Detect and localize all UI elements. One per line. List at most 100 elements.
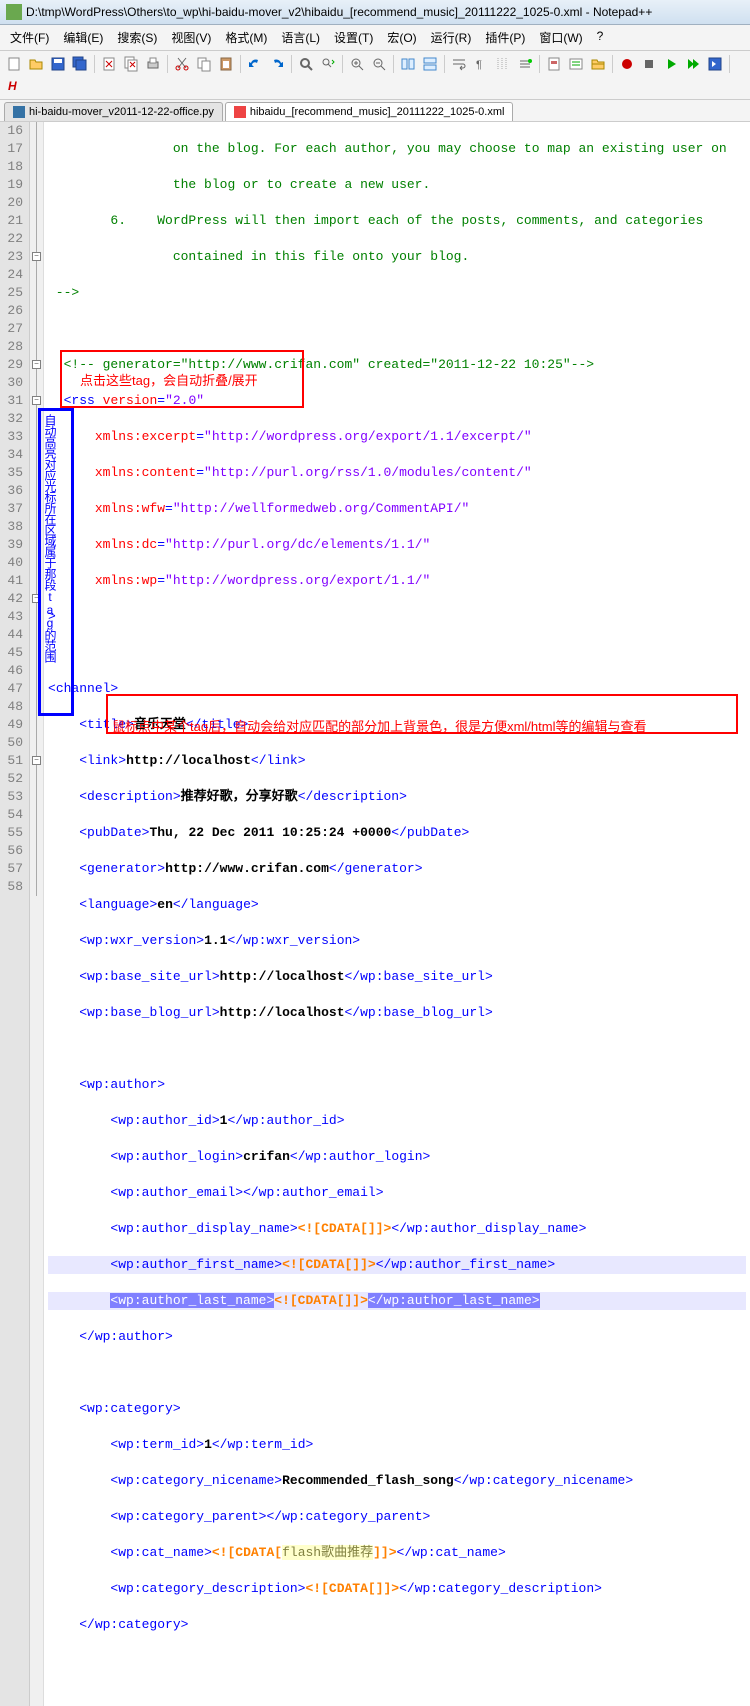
code-line: xmlns:dc="http://purl.org/dc/elements/1.…: [48, 536, 746, 554]
close-all-button[interactable]: [121, 54, 141, 74]
fold-toggle[interactable]: −: [32, 396, 41, 405]
code-line: xmlns:content="http://purl.org/rss/1.0/m…: [48, 464, 746, 482]
menu-window[interactable]: 窗口(W): [533, 27, 588, 48]
code-line: <title>音乐天堂</title>: [48, 716, 746, 734]
menu-settings[interactable]: 设置(T): [328, 27, 379, 48]
menu-help[interactable]: ?: [591, 27, 610, 48]
tab-label: hibaidu_[recommend_music]_20111222_1025-…: [250, 106, 505, 118]
code-line: <wp:author_display_name><![CDATA[]]></wp…: [48, 1220, 746, 1238]
stop-macro-button[interactable]: [639, 54, 659, 74]
menu-run[interactable]: 运行(R): [425, 27, 478, 48]
redo-button[interactable]: [267, 54, 287, 74]
svg-text:H: H: [8, 79, 17, 93]
menu-language[interactable]: 语言(L): [275, 27, 326, 48]
menu-view[interactable]: 视图(V): [165, 27, 217, 48]
toolbar-sep: [444, 55, 445, 73]
find-button[interactable]: [296, 54, 316, 74]
code-editor[interactable]: 1617181920212223242526272829303132333435…: [0, 122, 750, 1706]
fold-toggle[interactable]: −: [32, 594, 41, 603]
tab-label: hi-baidu-mover_v2011-12-22-office.py: [29, 106, 214, 118]
highlight-button[interactable]: H: [4, 76, 24, 96]
sync-h-button[interactable]: [420, 54, 440, 74]
code-line: <wp:author_login>crifan</wp:author_login…: [48, 1148, 746, 1166]
code-line: <pubDate>Thu, 22 Dec 2011 10:25:24 +0000…: [48, 824, 746, 842]
code-line: xmlns:wp="http://wordpress.org/export/1.…: [48, 572, 746, 590]
zoom-out-button[interactable]: [369, 54, 389, 74]
code-line: <wp:author_email></wp:author_email>: [48, 1184, 746, 1202]
save-macro-button[interactable]: [705, 54, 725, 74]
toolbar-sep: [342, 55, 343, 73]
code-line: <description>推荐好歌，分享好歌</description>: [48, 788, 746, 806]
code-line: <channel>: [48, 680, 746, 698]
code-line: >: [48, 608, 746, 626]
replace-button[interactable]: [318, 54, 338, 74]
copy-button[interactable]: [194, 54, 214, 74]
code-line: </wp:category>: [48, 1616, 746, 1634]
fold-toggle[interactable]: −: [32, 360, 41, 369]
toolbar-sep: [729, 55, 730, 73]
code-line: <wp:category_parent></wp:category_parent…: [48, 1508, 746, 1526]
code-line: [48, 644, 746, 662]
python-file-icon: [13, 106, 25, 118]
folder-panel-button[interactable]: [588, 54, 608, 74]
doc-map-button[interactable]: [544, 54, 564, 74]
code-line: <generator>http://www.crifan.com</genera…: [48, 860, 746, 878]
code-line: <!-- generator="http://www.crifan.com" c…: [48, 356, 746, 374]
code-line: <wp:category>: [48, 1400, 746, 1418]
toolbar-sep: [94, 55, 95, 73]
code-area[interactable]: on the blog. For each author, you may ch…: [44, 122, 750, 1706]
show-all-chars-button[interactable]: ¶: [471, 54, 491, 74]
tab-python-file[interactable]: hi-baidu-mover_v2011-12-22-office.py: [4, 102, 223, 121]
save-all-button[interactable]: [70, 54, 90, 74]
window-title: D:\tmp\WordPress\Others\to_wp\hi-baidu-m…: [26, 5, 652, 19]
code-line: [48, 1364, 746, 1382]
open-file-button[interactable]: [26, 54, 46, 74]
undo-button[interactable]: [245, 54, 265, 74]
udl-button[interactable]: [515, 54, 535, 74]
fold-toggle[interactable]: −: [32, 252, 41, 261]
code-line: <wp:author_id>1</wp:author_id>: [48, 1112, 746, 1130]
line-number-gutter: 1617181920212223242526272829303132333435…: [0, 122, 30, 1706]
code-line: <wp:category_nicename>Recommended_flash_…: [48, 1472, 746, 1490]
new-file-button[interactable]: [4, 54, 24, 74]
cut-button[interactable]: [172, 54, 192, 74]
sync-v-button[interactable]: [398, 54, 418, 74]
code-line: xmlns:wfw="http://wellformedweb.org/Comm…: [48, 500, 746, 518]
wordwrap-button[interactable]: [449, 54, 469, 74]
print-button[interactable]: [143, 54, 163, 74]
tab-xml-file[interactable]: hibaidu_[recommend_music]_20111222_1025-…: [225, 102, 514, 121]
code-line: <rss version="2.0": [48, 392, 746, 410]
tab-bar: hi-baidu-mover_v2011-12-22-office.py hib…: [0, 100, 750, 122]
fold-gutter[interactable]: − − − − −: [30, 122, 44, 1706]
play-macro-button[interactable]: [661, 54, 681, 74]
fold-toggle[interactable]: −: [32, 756, 41, 765]
code-line-highlighted: <wp:author_last_name><![CDATA[]]></wp:au…: [48, 1292, 746, 1310]
save-button[interactable]: [48, 54, 68, 74]
toolbar-sep: [539, 55, 540, 73]
func-list-button[interactable]: [566, 54, 586, 74]
zoom-in-button[interactable]: [347, 54, 367, 74]
record-macro-button[interactable]: [617, 54, 637, 74]
paste-button[interactable]: [216, 54, 236, 74]
menu-macro[interactable]: 宏(O): [381, 27, 422, 48]
code-line: the blog or to create a new user.: [48, 176, 746, 194]
code-line: 6. WordPress will then import each of th…: [48, 212, 746, 230]
toolbar-sep: [612, 55, 613, 73]
code-line: contained in this file onto your blog.: [48, 248, 746, 266]
code-line: </wp:author>: [48, 1328, 746, 1346]
code-line: on the blog. For each author, you may ch…: [48, 140, 746, 158]
code-line: <wp:base_site_url>http://localhost</wp:b…: [48, 968, 746, 986]
code-line: <wp:term_id>1</wp:term_id>: [48, 1436, 746, 1454]
menu-file[interactable]: 文件(F): [4, 27, 55, 48]
menu-plugins[interactable]: 插件(P): [479, 27, 531, 48]
code-line: <wp:wxr_version>1.1</wp:wxr_version>: [48, 932, 746, 950]
code-line: [48, 320, 746, 338]
close-button[interactable]: [99, 54, 119, 74]
menu-edit[interactable]: 编辑(E): [57, 27, 109, 48]
play-multi-button[interactable]: [683, 54, 703, 74]
indent-guide-button[interactable]: [493, 54, 513, 74]
menu-search[interactable]: 搜索(S): [111, 27, 163, 48]
menu-format[interactable]: 格式(M): [219, 27, 273, 48]
xml-file-icon: [234, 106, 246, 118]
code-line: <wp:category_description><![CDATA[]]></w…: [48, 1580, 746, 1598]
